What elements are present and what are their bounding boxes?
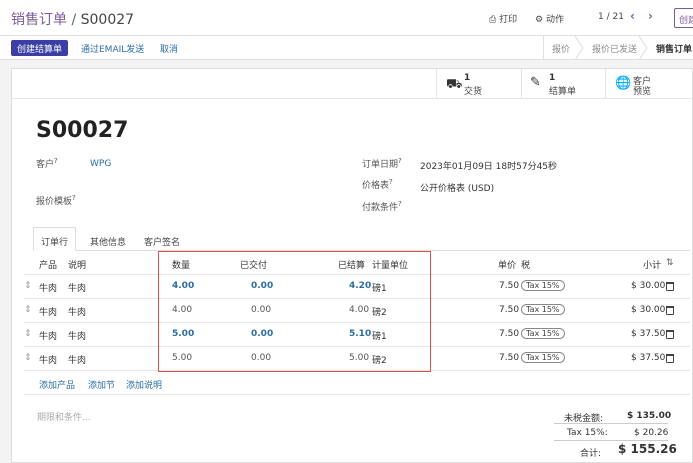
cancel-button[interactable]: 取消 [160, 42, 178, 55]
cell-product[interactable]: 牛肉 [39, 329, 57, 342]
pricelist-field[interactable]: 公开价格表 (USD) [420, 181, 494, 194]
cell-product[interactable]: 牛肉 [39, 353, 57, 366]
drag-handle-icon[interactable]: ⇕ [24, 353, 32, 363]
breadcrumb-current: S00027 [80, 12, 135, 28]
breadcrumb-separator: / [71, 12, 77, 28]
status-sales-order: 销售订单 [656, 45, 693, 55]
cell-subtotal: $ 37.50 [631, 353, 666, 363]
preview-label-line2: 预览 [633, 87, 652, 97]
cell-unit-price[interactable]: 7.50 [499, 353, 519, 363]
payment-terms-label: 付款条件? [362, 200, 402, 213]
terms-conditions-field[interactable]: 期限和条件... [37, 410, 91, 423]
section-divider [24, 394, 690, 395]
invoice-count: 1 [549, 73, 556, 83]
cell-product[interactable]: 牛肉 [39, 305, 57, 318]
trash-icon[interactable] [666, 330, 674, 339]
customer-preview-button[interactable]: 🌐 客户 预览 [605, 69, 693, 99]
add-section-link[interactable]: 添加节 [88, 378, 115, 391]
tax-badge[interactable]: Tax 15% [521, 304, 565, 315]
cell-subtotal: $ 37.50 [631, 329, 666, 339]
print-button[interactable]: ⎙ 打印 [489, 12, 517, 25]
untaxed-amount: $ 135.00 [627, 411, 672, 421]
customer-label: 客户? [36, 157, 58, 170]
totals-divider [554, 440, 668, 441]
column-description[interactable]: 说明 [68, 258, 86, 271]
help-icon: ? [72, 194, 76, 202]
cell-description[interactable]: 牛肉 [68, 281, 86, 294]
cell-unit-price[interactable]: 7.50 [499, 281, 519, 291]
pricelist-label: 价格表? [362, 178, 393, 191]
tax-badge[interactable]: Tax 15% [521, 328, 565, 339]
print-label: 打印 [499, 15, 518, 25]
breadcrumb-root[interactable]: 销售订单 [11, 12, 67, 28]
tab-customer-signature[interactable]: 客户签名 [136, 227, 188, 251]
status-quotation-sent[interactable]: 报价已发送 [592, 36, 637, 60]
create-button[interactable]: 创建 [674, 8, 693, 28]
drag-handle-icon[interactable]: ⇕ [24, 305, 32, 315]
truck-icon: ⛟ [446, 77, 463, 92]
tab-other-info[interactable]: 其他信息 [82, 227, 134, 251]
cell-unit-price[interactable]: 7.50 [499, 329, 519, 339]
tax-label: Tax 15%: [567, 428, 608, 438]
status-chevron-icon [638, 36, 648, 60]
delivery-count: 1 [464, 73, 471, 83]
cell-product[interactable]: 牛肉 [39, 281, 57, 294]
tax-amount: $ 20.26 [634, 428, 669, 438]
cell-subtotal: $ 30.00 [631, 305, 666, 315]
edit-icon: ✎ [530, 75, 541, 90]
chevron-right-icon[interactable]: › [648, 9, 653, 23]
invoice-label: 结算单 [549, 87, 577, 97]
totals-divider [554, 423, 668, 424]
send-email-button[interactable]: 通过EMAIL发送 [81, 42, 144, 55]
status-quotation[interactable]: 报价 [552, 36, 570, 60]
highlight-box [158, 251, 431, 372]
help-icon: ? [54, 157, 58, 165]
delivery-label: 交货 [464, 87, 483, 97]
action-label: 动作 [545, 15, 564, 25]
chevron-left-icon[interactable]: ‹ [630, 9, 635, 23]
tax-badge[interactable]: Tax 15% [521, 352, 565, 363]
breadcrumb: 销售订单 / S00027 [11, 9, 134, 29]
customer-field[interactable]: WPG [90, 159, 111, 169]
cell-description[interactable]: 牛肉 [68, 305, 86, 318]
cell-subtotal: $ 30.00 [631, 281, 666, 291]
help-icon: ? [398, 157, 402, 165]
order-date-label: 订单日期? [362, 157, 402, 170]
cell-description[interactable]: 牛肉 [68, 329, 86, 342]
trash-icon[interactable] [666, 282, 674, 291]
cell-description[interactable]: 牛肉 [68, 353, 86, 366]
column-settings-icon[interactable]: ⇅ [666, 258, 674, 268]
globe-icon: 🌐 [615, 76, 632, 91]
print-icon: ⎙ [489, 15, 497, 25]
cell-unit-price[interactable]: 7.50 [499, 305, 519, 315]
invoice-smart-button[interactable]: ✎ 1 结算单 [521, 69, 605, 99]
delivery-smart-button[interactable]: ⛟ 1 交货 [436, 69, 521, 99]
status-chevron-icon [574, 36, 584, 60]
add-product-link[interactable]: 添加产品 [39, 378, 75, 391]
help-icon: ? [389, 178, 393, 186]
column-tax[interactable]: 税 [521, 258, 530, 271]
total-label: 合计: [580, 449, 602, 459]
trash-icon[interactable] [666, 354, 674, 363]
column-unit-price[interactable]: 单价 [498, 258, 516, 271]
tax-badge[interactable]: Tax 15% [521, 280, 565, 291]
status-divider [543, 36, 544, 60]
pager-value[interactable]: 1 / 21 [598, 12, 624, 22]
drag-handle-icon[interactable]: ⇕ [24, 281, 32, 291]
column-product[interactable]: 产品 [39, 258, 57, 271]
add-note-link[interactable]: 添加说明 [126, 378, 162, 391]
create-invoice-button[interactable]: 创建结算单 [11, 40, 69, 56]
drag-handle-icon[interactable]: ⇕ [24, 329, 32, 339]
total-amount: $ 155.26 [618, 442, 677, 456]
page-title: S00027 [36, 118, 129, 143]
gear-icon: ⚙ [535, 15, 544, 25]
trash-icon[interactable] [666, 306, 674, 315]
tab-order-lines[interactable]: 订单行 [33, 227, 77, 251]
action-button[interactable]: ⚙ 动作 [535, 12, 564, 25]
order-date-field[interactable]: 2023年01月09日 18时57分45秒 [420, 159, 557, 172]
column-subtotal[interactable]: 小计 [643, 258, 661, 271]
help-icon: ? [398, 200, 402, 208]
template-label: 报价模板? [36, 194, 76, 207]
